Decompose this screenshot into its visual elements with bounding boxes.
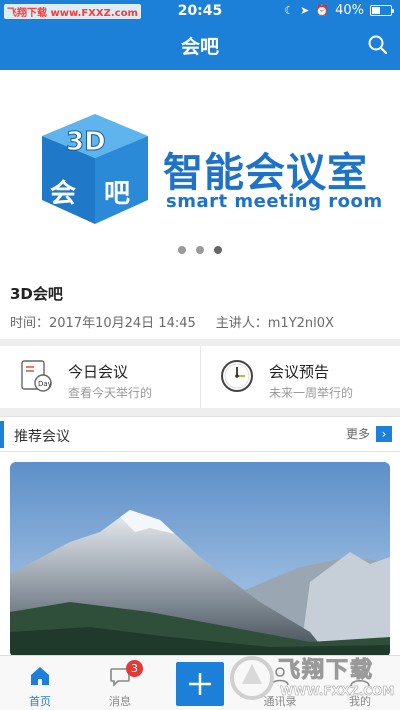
status-right: ☾ ➤ ⏰ 40% (284, 3, 394, 18)
svg-text:Day: Day (38, 380, 52, 388)
watermark-url: WWW.FXXZ.COM (280, 684, 395, 699)
plus-icon (189, 673, 211, 695)
meeting-speaker: 主讲人：m1Y2nl0X (215, 316, 334, 331)
divider (0, 339, 400, 346)
carousel-dot[interactable] (196, 246, 204, 254)
location-icon: ➤ (300, 4, 310, 17)
today-meetings-button[interactable]: Day 今日会议 查看今天举行的 (0, 346, 200, 408)
quick-title: 今日会议 (68, 363, 129, 381)
carousel-dot[interactable] (178, 246, 186, 254)
carousel-dot[interactable] (214, 246, 222, 254)
clock-icon (221, 360, 253, 392)
quick-subtitle: 查看今天举行的 (68, 386, 153, 400)
upcoming-meetings-button[interactable]: 会议预告 未来一周举行的 (200, 346, 400, 408)
chevron-right-icon: › (376, 425, 392, 442)
search-button[interactable] (366, 33, 390, 57)
quick-title: 会议预告 (269, 363, 330, 381)
watermark-emblem (230, 656, 274, 700)
watermark-logo: 飞翔下载 WWW.FXXZ.COM (228, 648, 400, 708)
tab-label: 首页 (29, 695, 51, 708)
svg-text:会: 会 (50, 179, 76, 209)
svg-text:3D: 3D (66, 127, 106, 157)
quick-subtitle: 未来一周举行的 (269, 386, 354, 400)
tab-home[interactable]: 首页 (0, 656, 80, 710)
section-title: 推荐会议 (14, 429, 70, 445)
meeting-time: 时间：2017年10月24日 14:45 (10, 316, 196, 331)
carousel-dots (0, 246, 400, 254)
home-icon (31, 667, 49, 685)
recommended-header: 推荐会议 更多 › (0, 416, 400, 452)
meeting-cover-image[interactable] (10, 462, 390, 657)
more-button[interactable]: 更多 › (346, 425, 392, 442)
more-label: 更多 (345, 427, 370, 441)
banner-carousel[interactable]: 3D 会 吧 智能会议室 smart meeting room (0, 70, 400, 270)
section-accent-bar (0, 421, 4, 448)
tab-label: 消息 (109, 695, 131, 708)
meeting-meta: 时间：2017年10月24日 14:45 主讲人：m1Y2nl0X (10, 312, 334, 331)
moon-icon: ☾ (284, 4, 295, 17)
unread-badge: 3 (126, 660, 143, 677)
page-title: 会吧 (180, 36, 219, 58)
battery-icon (370, 5, 394, 16)
battery-percent: 40% (335, 3, 364, 18)
quick-entries: Day 今日会议 查看今天举行的 会议预告 未来一周举行的 (0, 346, 400, 408)
watermark-title: 飞翔下载 (277, 658, 375, 684)
status-bar: 飞翔下载 www.FXXZ.com 20:45 ☾ ➤ ⏰ 40% (0, 0, 400, 22)
search-icon (368, 35, 388, 55)
3d-cube-logo: 3D 会 吧 (42, 114, 148, 224)
mountain-photo (10, 462, 390, 657)
banner-subtitle: smart meeting room (166, 191, 383, 212)
divider (0, 408, 400, 416)
app-header: 飞翔下载 www.FXXZ.com 20:45 ☾ ➤ ⏰ 40% 会吧 (0, 0, 400, 70)
banner-title: 智能会议室 (163, 150, 368, 196)
meeting-title[interactable]: 3D会吧 (10, 283, 63, 304)
alarm-icon: ⏰ (315, 4, 330, 17)
calendar-icon: Day (21, 360, 52, 392)
tab-messages[interactable]: 3 消息 (80, 656, 160, 710)
svg-text:吧: 吧 (104, 179, 130, 209)
add-meeting-button[interactable] (176, 662, 224, 706)
